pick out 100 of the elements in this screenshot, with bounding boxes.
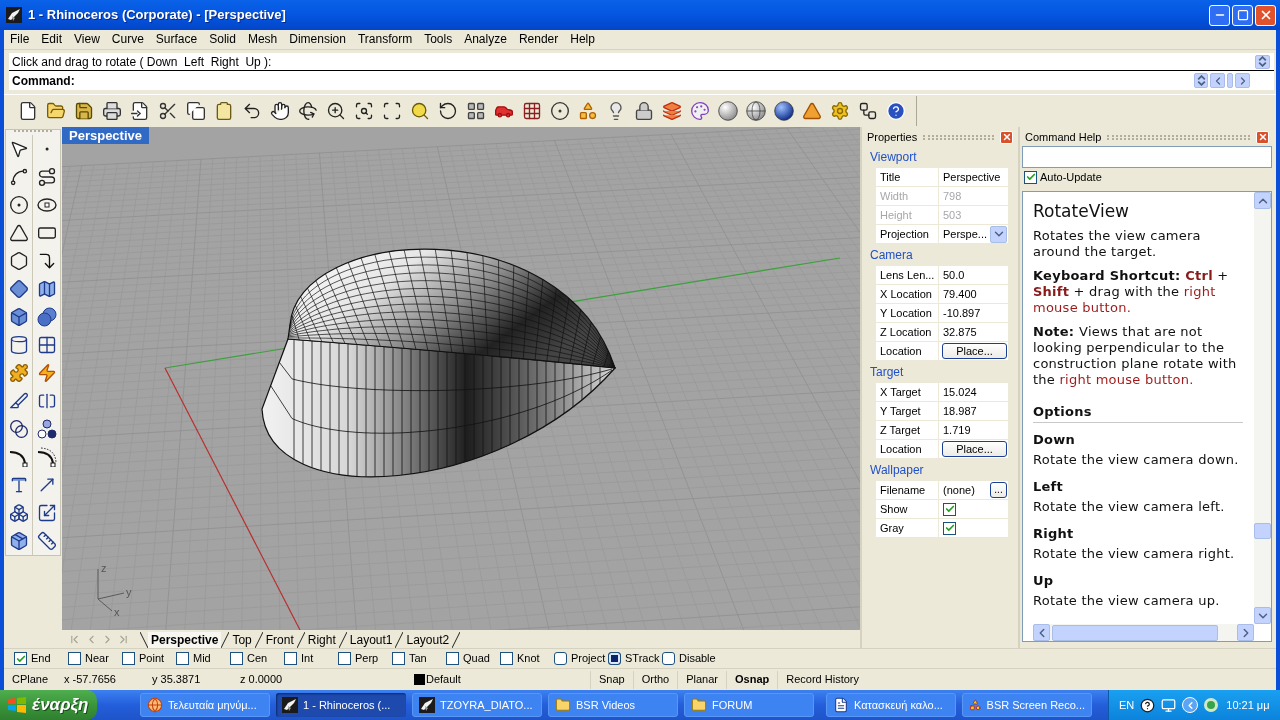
lightning-icon[interactable] <box>36 363 57 383</box>
dropdown[interactable]: Perspe... <box>939 225 1007 243</box>
vertical-scrollbar[interactable] <box>1254 192 1271 624</box>
circles-icon[interactable] <box>36 419 57 439</box>
property-value[interactable]: Perspective <box>939 168 1001 186</box>
palette-icon[interactable] <box>690 101 710 121</box>
zoom-in-icon[interactable] <box>326 101 346 121</box>
checkbox[interactable] <box>338 652 351 665</box>
property-value[interactable]: 18.987 <box>939 402 977 420</box>
clipboard-icon[interactable] <box>214 101 234 121</box>
viewport-tab[interactable]: Layout2 <box>403 632 453 648</box>
chevron-left-icon[interactable] <box>1210 73 1225 88</box>
checkbox[interactable] <box>500 652 513 665</box>
scroll-left-icon[interactable] <box>1033 624 1050 641</box>
viewport[interactable]: Perspective z y x <box>62 127 860 630</box>
diamond-icon[interactable] <box>9 279 29 299</box>
app-logo-icon[interactable] <box>6 7 22 23</box>
search-icon[interactable] <box>410 101 430 121</box>
sphere-icon[interactable] <box>774 101 794 121</box>
checkbox[interactable] <box>284 652 297 665</box>
checkbox[interactable] <box>662 652 675 665</box>
scroll-thumb[interactable] <box>1052 624 1218 641</box>
cube-icon[interactable] <box>9 307 29 327</box>
ring-icon[interactable] <box>1204 698 1219 712</box>
ellipse-icon[interactable] <box>36 198 57 212</box>
place-button[interactable]: Place... <box>942 441 1007 457</box>
layer-label[interactable]: Default <box>425 671 461 688</box>
file-import-icon[interactable] <box>130 101 150 121</box>
spheres-icon[interactable] <box>36 307 57 327</box>
toolbar-grip[interactable] <box>14 130 52 135</box>
route-icon[interactable] <box>36 167 57 187</box>
viewport-tab[interactable]: Right <box>304 632 339 648</box>
folded-map-icon[interactable] <box>36 279 57 299</box>
viewport-title[interactable]: Perspective <box>62 127 149 144</box>
viewport-tab[interactable]: Perspective <box>148 632 222 648</box>
new-file-icon[interactable] <box>18 101 38 121</box>
checkbox[interactable] <box>122 652 135 665</box>
property-value[interactable]: 32.875 <box>939 323 977 341</box>
menu-item[interactable]: Edit <box>35 30 69 49</box>
property-value[interactable]: 79.400 <box>939 285 977 303</box>
taskbar-button[interactable]: FORUM <box>684 693 814 717</box>
printer-icon[interactable] <box>102 101 122 121</box>
menu-item[interactable]: Surface <box>149 30 204 49</box>
boxes-icon[interactable] <box>9 503 29 523</box>
help-icon[interactable] <box>1140 697 1156 713</box>
checkbox[interactable] <box>14 652 27 665</box>
scissors-icon[interactable] <box>158 101 178 121</box>
taskbar-button[interactable]: Τελευταία μηνύμ... <box>140 693 270 717</box>
checkbox[interactable] <box>608 652 621 665</box>
close-button[interactable] <box>1255 4 1276 26</box>
checkbox[interactable] <box>230 652 243 665</box>
checkbox[interactable] <box>1024 170 1037 184</box>
scan-search-icon[interactable] <box>354 101 374 121</box>
circle-dot-icon[interactable] <box>9 195 29 215</box>
menu-item[interactable]: Analyze <box>458 30 513 49</box>
checkbox[interactable] <box>446 652 459 665</box>
puzzle-icon[interactable] <box>9 363 29 383</box>
property-value[interactable]: 15.024 <box>939 383 977 401</box>
save-icon[interactable] <box>74 101 94 121</box>
dotted-arc-icon[interactable] <box>36 447 57 467</box>
menu-item[interactable]: View <box>68 30 106 49</box>
taskbar-button[interactable]: Κατασκευή καλο... <box>826 693 956 717</box>
scroll-thumb[interactable] <box>1227 73 1233 88</box>
status-toggle[interactable]: Planar <box>677 670 726 689</box>
undo-icon[interactable] <box>242 101 262 121</box>
open-folder-icon[interactable] <box>46 101 66 121</box>
pointer-icon[interactable] <box>9 139 29 159</box>
ruler-icon[interactable] <box>36 531 57 551</box>
menu-item[interactable]: File <box>4 30 36 49</box>
taskbar-button[interactable]: TZOYRA_DIATO... <box>412 693 542 717</box>
lock-icon[interactable] <box>634 101 654 121</box>
browse-button[interactable]: ... <box>990 482 1007 498</box>
sphere-icon[interactable] <box>746 101 766 121</box>
search-field[interactable] <box>1022 146 1272 168</box>
triangle-icon[interactable] <box>9 223 29 243</box>
status-toggle[interactable]: Ortho <box>632 670 678 689</box>
scan-icon[interactable] <box>382 101 402 121</box>
checkbox[interactable] <box>68 652 81 665</box>
menu-item[interactable]: Curve <box>105 30 150 49</box>
menu-item[interactable]: Render <box>512 30 565 49</box>
horizontal-scrollbar[interactable] <box>1033 624 1254 641</box>
cplane-label[interactable]: CPlane <box>4 671 58 688</box>
taskbar-button[interactable]: BSR Screen Reco... <box>962 693 1092 717</box>
scroll-arrows-icon[interactable] <box>1255 54 1270 69</box>
property-value[interactable]: (none) <box>943 481 990 499</box>
checkbox[interactable] <box>554 652 567 665</box>
checkbox[interactable] <box>943 502 956 516</box>
menu-item[interactable]: Transform <box>351 30 419 49</box>
grid-icon[interactable] <box>522 101 542 121</box>
layers-icon[interactable] <box>662 101 682 121</box>
hand-icon[interactable] <box>270 101 290 121</box>
gear-icon[interactable] <box>830 101 850 121</box>
maximize-button[interactable] <box>1232 4 1253 26</box>
viewport-tab[interactable]: Layout1 <box>346 632 396 648</box>
menu-item[interactable]: Tools <box>418 30 459 49</box>
place-button[interactable]: Place... <box>942 343 1007 359</box>
hexagon-icon[interactable] <box>9 251 29 271</box>
split-square-icon[interactable] <box>36 391 57 411</box>
connected-squares-icon[interactable] <box>858 101 878 121</box>
text-icon[interactable] <box>9 475 29 495</box>
